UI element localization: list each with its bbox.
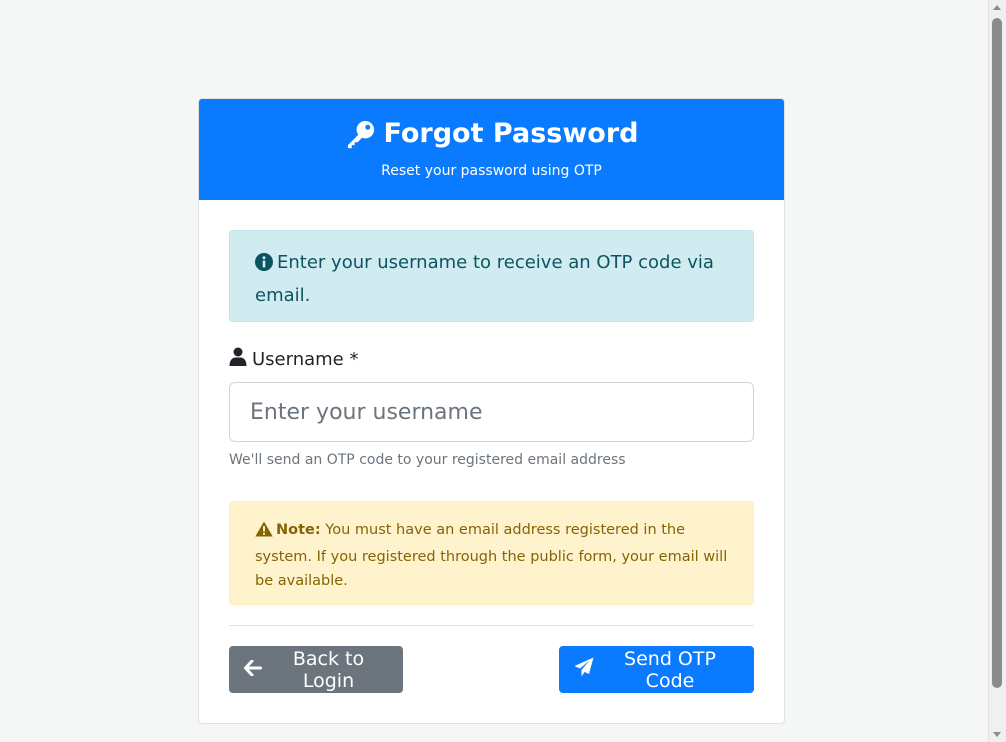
username-input[interactable] bbox=[229, 382, 754, 442]
card-body: Enter your username to receive an OTP co… bbox=[199, 200, 784, 693]
warning-text: You must have an email address registere… bbox=[255, 522, 728, 589]
page: Forgot Password Reset your password usin… bbox=[0, 0, 1006, 742]
page-subtitle: Reset your password using OTP bbox=[381, 163, 602, 179]
username-label: Username * bbox=[229, 346, 754, 372]
warning-triangle-icon bbox=[255, 521, 273, 545]
warning-label: Note: bbox=[276, 522, 321, 538]
card-header: Forgot Password Reset your password usin… bbox=[199, 99, 784, 200]
username-help-text: We'll send an OTP code to your registere… bbox=[229, 452, 626, 468]
back-to-login-button[interactable]: Back to Login bbox=[229, 646, 403, 693]
forgot-password-card: Forgot Password Reset your password usin… bbox=[198, 98, 785, 724]
button-row: Back to Login Send OTP Code bbox=[229, 646, 754, 693]
scrollbar-thumb[interactable] bbox=[992, 18, 1002, 688]
back-to-login-label: Back to Login bbox=[292, 647, 365, 692]
send-otp-button[interactable]: Send OTP Code bbox=[559, 646, 754, 693]
user-icon bbox=[229, 347, 247, 371]
key-icon bbox=[345, 119, 376, 150]
username-label-text: Username * bbox=[252, 348, 359, 370]
paper-plane-icon bbox=[574, 657, 594, 682]
send-otp-label: Send OTP Code bbox=[624, 647, 716, 692]
scroll-down-icon[interactable] bbox=[993, 732, 1001, 737]
info-circle-icon bbox=[255, 251, 273, 281]
page-title: Forgot Password bbox=[199, 116, 784, 152]
scrollbar[interactable] bbox=[988, 0, 1006, 742]
info-alert-text: Enter your username to receive an OTP co… bbox=[255, 252, 714, 306]
info-alert: Enter your username to receive an OTP co… bbox=[229, 230, 754, 322]
title-text: Forgot Password bbox=[383, 118, 639, 149]
scroll-up-icon[interactable] bbox=[993, 5, 1001, 10]
arrow-left-icon bbox=[244, 659, 262, 681]
warning-alert: Note: You must have an email address reg… bbox=[229, 501, 754, 605]
divider bbox=[229, 625, 754, 626]
